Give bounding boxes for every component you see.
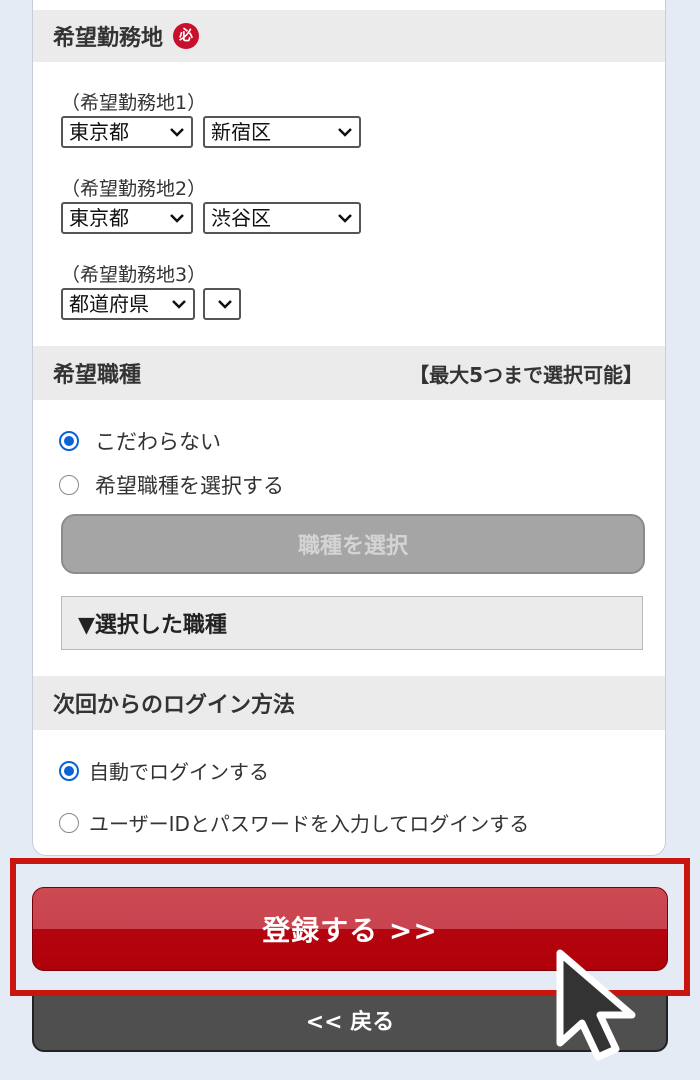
radio-button[interactable] (59, 812, 79, 833)
location-3-label: （希望勤務地3） (61, 264, 207, 286)
chevron-down-icon (170, 214, 184, 223)
section-title-location: 希望勤務地 (53, 26, 164, 51)
chevron-down-icon (218, 300, 232, 309)
location-1-city-select[interactable]: 新宿区 (203, 116, 361, 148)
section-header-login: 次回からのログイン方法 (33, 676, 665, 730)
max-selection-note: 【最大5つまで選択可能】 (409, 362, 643, 387)
login-option-auto[interactable]: 自動でログインする (59, 756, 269, 785)
radio-button-checked[interactable] (59, 431, 79, 451)
section-title-job: 希望職種 (53, 363, 142, 388)
login-option-manual[interactable]: ユーザーIDとパスワードを入力してログインする (59, 808, 529, 837)
location-1-label: （希望勤務地1） (61, 92, 207, 114)
form-card: 希望勤務地 必 （希望勤務地1） 東京都 新宿区 （希望勤務地2） 東京都 渋谷… (32, 0, 666, 856)
mouse-pointer-icon (556, 949, 636, 1061)
chevron-down-icon (170, 128, 184, 137)
selected-jobs-toggle[interactable]: ▼選択した職種 (61, 596, 643, 650)
chevron-down-icon (338, 214, 352, 223)
location-3-city-select[interactable] (203, 288, 241, 320)
section-title-login: 次回からのログイン方法 (53, 693, 296, 718)
location-2-prefecture-select[interactable]: 東京都 (61, 202, 193, 234)
radio-button[interactable] (59, 475, 79, 495)
radio-button-checked[interactable] (59, 760, 79, 781)
select-job-button[interactable]: 職種を選択 (61, 514, 645, 574)
location-2-city-select[interactable]: 渋谷区 (203, 202, 361, 234)
required-badge: 必 (173, 23, 200, 49)
chevron-down-icon (172, 300, 186, 309)
job-option-any-label: こだわらない (95, 430, 221, 454)
chevron-down-icon (338, 128, 352, 137)
location-2-label: （希望勤務地2） (61, 178, 207, 200)
job-option-select-label: 希望職種を選択する (95, 474, 284, 498)
login-option-manual-label: ユーザーIDとパスワードを入力してログインする (89, 812, 530, 836)
section-header-job: 希望職種 【最大5つまで選択可能】 (33, 346, 665, 400)
job-option-select[interactable]: 希望職種を選択する (59, 470, 284, 500)
location-3-prefecture-select[interactable]: 都道府県 (61, 288, 195, 320)
section-header-location: 希望勤務地 必 (33, 10, 665, 62)
location-1-prefecture-select[interactable]: 東京都 (61, 116, 193, 148)
job-option-any[interactable]: こだわらない (59, 426, 221, 456)
login-option-auto-label: 自動でログインする (89, 760, 269, 784)
